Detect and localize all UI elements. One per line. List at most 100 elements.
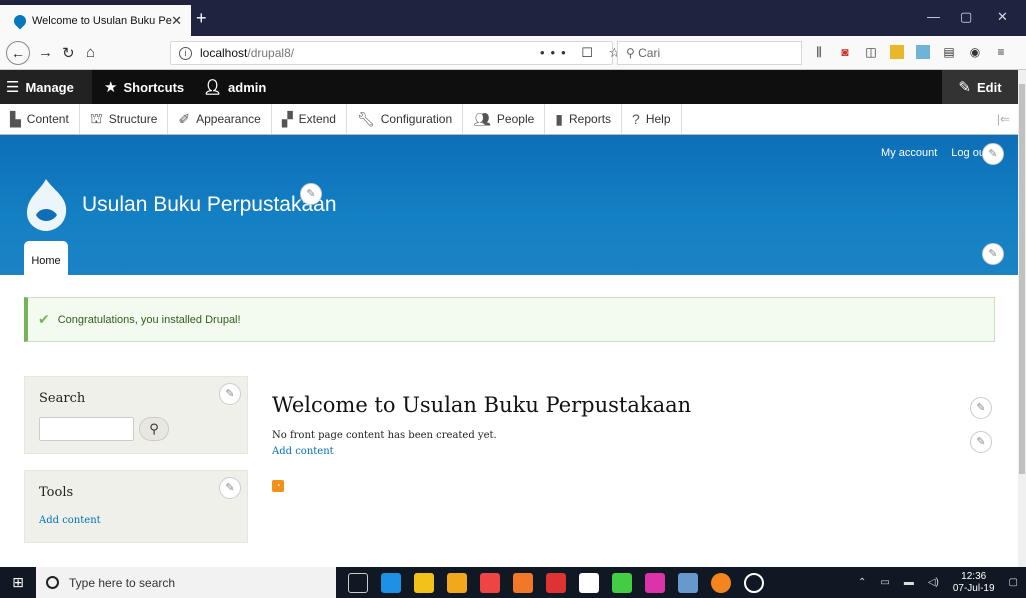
extension-icon[interactable] xyxy=(890,45,904,59)
browser-tab[interactable]: Welcome to Usulan Buku Perpu ✕ xyxy=(0,5,191,36)
forward-icon[interactable]: → xyxy=(38,44,53,61)
search-block-edit-pencil-icon[interactable]: ✎ xyxy=(219,383,241,405)
add-content-link[interactable]: Add content xyxy=(272,446,334,457)
toolbar-manage-label: Manage xyxy=(25,79,74,95)
app-icon-blue[interactable] xyxy=(678,572,698,593)
status-message-text: Congratulations, you installed Drupal! xyxy=(57,313,241,326)
title-edit-pencil-icon[interactable]: ✎ xyxy=(970,397,992,419)
extension-icon-2[interactable] xyxy=(916,45,930,59)
task-view-icon[interactable] xyxy=(348,572,368,593)
drupal-logo-icon[interactable] xyxy=(24,177,69,232)
window-close-icon[interactable]: ✕ xyxy=(997,9,1008,25)
people-icon: 👥︎ xyxy=(473,110,491,127)
menu-edit-pencil-icon[interactable]: ✎ xyxy=(982,243,1004,265)
home-tab[interactable]: Home xyxy=(24,241,68,275)
maximize-icon[interactable]: ▢ xyxy=(960,9,972,25)
tray-item-label: Structure xyxy=(108,112,158,126)
check-icon: ✔ xyxy=(38,311,50,327)
toolbar-manage[interactable]: ☰ Manage xyxy=(0,70,92,104)
sidebar-icon[interactable]: ◫ xyxy=(864,45,878,59)
tray-item-appearance[interactable]: ✐ Appearance xyxy=(168,104,272,134)
taskbar-search-input[interactable]: Type here to search xyxy=(36,567,336,598)
tools-block: Tools ✎ Add content xyxy=(24,470,248,543)
tray-item-label: Configuration xyxy=(380,112,453,126)
app-icon-red[interactable] xyxy=(480,572,500,593)
scrollbar-thumb[interactable] xyxy=(1019,84,1025,474)
wrench-icon: 🔧︎ xyxy=(356,110,375,127)
chevron-up-icon[interactable]: ⌃ xyxy=(858,577,866,588)
pencil-icon: ✎ xyxy=(958,79,971,96)
browser-tab-strip: Welcome to Usulan Buku Perpu ✕ + — ▢ ✕ xyxy=(0,0,1026,36)
tray-item-configuration[interactable]: 🔧︎ Configuration xyxy=(347,104,464,134)
tray-collapse-icon[interactable]: |⇐ xyxy=(997,112,1010,126)
tray-item-label: Content xyxy=(26,112,69,126)
hamburger-icon: ☰ xyxy=(6,79,20,96)
tray-item-content[interactable]: ▙ Content xyxy=(0,104,80,134)
brush-icon: ✐ xyxy=(178,110,191,127)
search-block: Search ✎ ⚲ xyxy=(24,376,248,454)
toolbar-shortcuts[interactable]: ★ Shortcuts xyxy=(104,70,184,104)
clock-time: 12:36 xyxy=(961,570,987,582)
search-button[interactable]: ⚲ xyxy=(139,417,169,441)
back-icon[interactable]: ← xyxy=(6,41,30,65)
store-icon[interactable] xyxy=(447,572,467,593)
toolbar-edit-label: Edit xyxy=(977,79,1002,95)
tab-title: Welcome to Usulan Buku Perpu xyxy=(32,14,172,27)
browser-nav-bar: ← → ↻ ⌂ i localhost/drupal8/ ••• ☐ ☆ ⚲ C… xyxy=(0,36,1026,70)
library-icon[interactable]: ⫼ xyxy=(812,45,826,59)
tray-item-label: Help xyxy=(645,112,671,126)
minimize-icon[interactable]: — xyxy=(927,9,940,24)
network-icon[interactable]: ▭ xyxy=(880,577,889,588)
tray-item-help[interactable]: ? Help xyxy=(622,104,682,134)
edge-icon[interactable] xyxy=(381,572,401,593)
reader-icon[interactable]: ▤ xyxy=(942,45,956,59)
tray-item-structure[interactable]: ⛫ Structure xyxy=(80,104,169,134)
tools-add-content-link[interactable]: Add content xyxy=(39,515,101,526)
browser-search-input[interactable]: ⚲ Cari xyxy=(617,41,802,65)
star-icon: ★ xyxy=(104,79,118,96)
app-icon-pink[interactable] xyxy=(645,572,665,593)
mail-icon[interactable] xyxy=(579,572,599,593)
header-edit-pencil-icon[interactable]: ✎ xyxy=(982,143,1004,165)
content-edit-pencil-icon[interactable]: ✎ xyxy=(970,431,992,453)
site-info-icon[interactable]: i xyxy=(179,46,192,60)
firefox-icon[interactable] xyxy=(711,572,731,593)
app-icon-target[interactable] xyxy=(744,572,764,593)
pocket-icon[interactable]: ◙ xyxy=(838,45,852,59)
rss-feed-icon[interactable]: ◔ xyxy=(272,480,284,492)
file-explorer-icon[interactable] xyxy=(414,572,434,593)
home-icon[interactable]: ⌂ xyxy=(86,44,95,61)
toolbar-edit[interactable]: ✎ Edit xyxy=(942,70,1018,104)
tray-item-label: Reports xyxy=(569,112,612,126)
app-icon-green[interactable] xyxy=(612,572,632,593)
app-icon-red-2[interactable] xyxy=(546,572,566,593)
new-tab-icon[interactable]: + xyxy=(196,8,207,29)
tray-item-label: Appearance xyxy=(196,112,261,126)
taskbar-clock[interactable]: 12:36 07-Jul-19 xyxy=(953,571,995,595)
toolbar-user[interactable]: 👤︎ admin xyxy=(203,70,266,104)
search-input[interactable] xyxy=(39,417,134,441)
status-message: ✔ Congratulations, you installed Drupal! xyxy=(24,297,995,342)
my-account-link[interactable]: My account xyxy=(881,147,937,159)
site-name[interactable]: Usulan Buku Perpustakaan xyxy=(82,193,337,217)
site-branding-edit-pencil-icon[interactable]: ✎ xyxy=(300,183,322,205)
clock-date: 07-Jul-19 xyxy=(952,582,995,594)
page-actions-icons[interactable]: ••• ☐ ☆ xyxy=(540,45,626,61)
extension-icon-3[interactable]: ◉ xyxy=(968,45,982,59)
page-scrollbar[interactable] xyxy=(1018,70,1026,567)
menu-icon[interactable]: ≡ xyxy=(994,45,1008,59)
tray-item-people[interactable]: 👥︎ People xyxy=(463,104,546,134)
volume-icon[interactable]: ◁) xyxy=(928,577,939,588)
windows-start-icon[interactable]: ⊞ xyxy=(0,574,36,591)
tools-block-edit-pencil-icon[interactable]: ✎ xyxy=(219,477,241,499)
app-icon-orange[interactable] xyxy=(513,572,533,593)
drupal-favicon-icon xyxy=(11,12,29,29)
tray-item-reports[interactable]: ▮ Reports xyxy=(545,104,623,134)
notification-icon[interactable]: ▢ xyxy=(1009,577,1018,588)
secondary-menu: My account Log out xyxy=(881,147,988,159)
bar-chart-icon: ▮ xyxy=(555,110,564,127)
battery-icon[interactable]: ▬ xyxy=(904,577,914,588)
tab-close-icon[interactable]: ✕ xyxy=(171,13,182,29)
tray-item-extend[interactable]: ▞ Extend xyxy=(272,104,347,134)
reload-icon[interactable]: ↻ xyxy=(62,44,75,62)
